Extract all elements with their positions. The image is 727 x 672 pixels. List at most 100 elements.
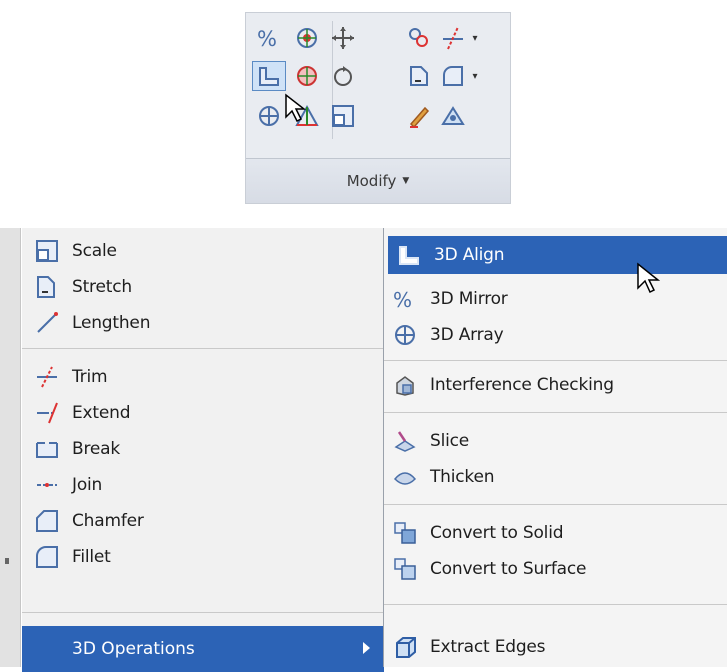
menu-item-chamfer[interactable]: Chamfer (22, 504, 384, 538)
submenu-item-label: Convert to Surface (430, 559, 587, 579)
mouse-cursor-icon (285, 93, 306, 123)
menu-separator (22, 348, 384, 349)
scale-icon (332, 105, 354, 127)
menu-item-label: Chamfer (72, 511, 144, 531)
submenu-item-label: 3D Array (430, 325, 504, 345)
3d-mirror-icon: % (393, 288, 412, 311)
modify-menu: Scale Stretch Lengthen Trim Extend Break… (22, 228, 384, 672)
menu-item-extend[interactable]: Extend (22, 396, 384, 430)
menu-item-fillet[interactable]: Fillet (22, 540, 384, 574)
svg-text:%: % (257, 27, 277, 51)
submenu-item-slice[interactable]: Slice (384, 424, 727, 458)
thicken-icon (393, 472, 417, 485)
rotate-icon (334, 66, 352, 86)
fillet-icon (36, 546, 58, 568)
copy-button[interactable] (402, 23, 436, 53)
ribbon-panel-title[interactable]: Modify ▼ (246, 158, 510, 203)
scale-button[interactable] (326, 101, 360, 131)
3d-align-button[interactable] (252, 61, 286, 91)
menu-item-3d-operations[interactable]: 3D Operations (22, 626, 384, 672)
panel-label: Modify (346, 172, 397, 190)
menu-item-label: Break (72, 439, 120, 459)
submenu-item-3d-mirror[interactable]: % 3D Mirror (384, 282, 727, 316)
fillet-button[interactable] (436, 61, 470, 91)
menu-item-label: Lengthen (72, 313, 151, 333)
convert-surface-icon (394, 558, 416, 580)
interference-icon (396, 376, 414, 396)
menu-separator (384, 360, 727, 361)
3d-align-icon (259, 67, 279, 86)
fillet-icon (443, 66, 463, 86)
rotate-button[interactable] (326, 61, 360, 91)
menu-separator (384, 604, 727, 605)
stretch-button[interactable] (402, 61, 436, 91)
explode-icon (441, 106, 465, 125)
menu-item-trim[interactable]: Trim (22, 360, 384, 394)
menu-separator (384, 412, 727, 413)
slice-icon (394, 431, 416, 452)
menu-item-label: Join (72, 475, 103, 495)
lengthen-icon (37, 312, 58, 333)
stretch-icon (37, 276, 55, 298)
3d-scale-icon (297, 66, 317, 86)
menu-separator (22, 612, 384, 613)
trim-icon (37, 366, 57, 388)
submenu-item-3d-array[interactable]: 3D Array (384, 318, 727, 352)
menu-item-join[interactable]: Join (22, 468, 384, 502)
submenu-item-3d-align[interactable]: 3D Align (388, 236, 727, 274)
menu-item-label: Stretch (72, 277, 132, 297)
chamfer-icon (36, 510, 58, 532)
menu-item-label: 3D Operations (72, 639, 195, 659)
trim-button[interactable] (436, 23, 470, 53)
trim-icon (443, 26, 463, 50)
3d-mirror-icon: % (257, 27, 277, 51)
move-button[interactable] (326, 23, 360, 53)
edit-button[interactable] (402, 101, 436, 131)
edit-icon (409, 106, 430, 129)
move-icon (332, 27, 354, 49)
menu-item-stretch[interactable]: Stretch (22, 270, 384, 304)
menu-separator (384, 504, 727, 505)
3d-array-icon (259, 106, 279, 126)
stretch-icon (410, 66, 428, 86)
submenu-item-label: Slice (430, 431, 470, 451)
fillet-dropdown[interactable]: ▾ (468, 61, 482, 91)
menu-item-scale[interactable]: Scale (22, 234, 384, 268)
submenu-item-interference-checking[interactable]: Interference Checking (384, 368, 727, 402)
submenu-arrow-icon (363, 642, 370, 654)
3d-array-icon (395, 325, 415, 345)
svg-text:%: % (393, 288, 412, 311)
menu-item-label: Fillet (72, 547, 111, 567)
copy-icon (409, 28, 428, 47)
3d-rotate-button[interactable] (290, 23, 324, 53)
3d-mirror-button[interactable]: % (252, 23, 286, 53)
submenu-item-label: Convert to Solid (430, 523, 564, 543)
extend-icon (37, 402, 58, 424)
3d-operations-submenu: 3D Align % 3D Mirror 3D Array Interferen… (383, 228, 727, 667)
submenu-item-convert-to-solid[interactable]: Convert to Solid (384, 516, 727, 550)
modify-ribbon-panel: % ▾ ▾ Modify ▼ (245, 12, 511, 204)
submenu-item-label: 3D Align (434, 245, 505, 265)
trim-dropdown[interactable]: ▾ (468, 23, 482, 53)
3d-rotate-icon (297, 28, 317, 48)
submenu-item-label: Thicken (430, 467, 495, 487)
submenu-item-extract-edges[interactable]: Extract Edges (384, 630, 727, 664)
scale-icon (36, 240, 58, 262)
submenu-item-label: Extract Edges (430, 637, 546, 657)
menu-item-label: Scale (72, 241, 117, 261)
chevron-down-icon: ▾ (472, 70, 478, 82)
submenu-item-convert-to-surface[interactable]: Convert to Surface (384, 552, 727, 586)
3d-array-button[interactable] (252, 101, 286, 131)
menu-item-label: Trim (72, 367, 108, 387)
menu-item-label: Extend (72, 403, 131, 423)
explode-button[interactable] (436, 101, 470, 131)
break-icon (36, 442, 58, 458)
submenu-item-label: 3D Mirror (430, 289, 508, 309)
submenu-item-thicken[interactable]: Thicken (384, 460, 727, 494)
menu-item-break[interactable]: Break (22, 432, 384, 466)
3d-align-icon (399, 246, 419, 265)
menu-item-lengthen[interactable]: Lengthen (22, 306, 384, 340)
chevron-down-icon: ▼ (402, 176, 410, 186)
chevron-down-icon: ▾ (472, 32, 478, 44)
3d-scale-button[interactable] (290, 61, 324, 91)
